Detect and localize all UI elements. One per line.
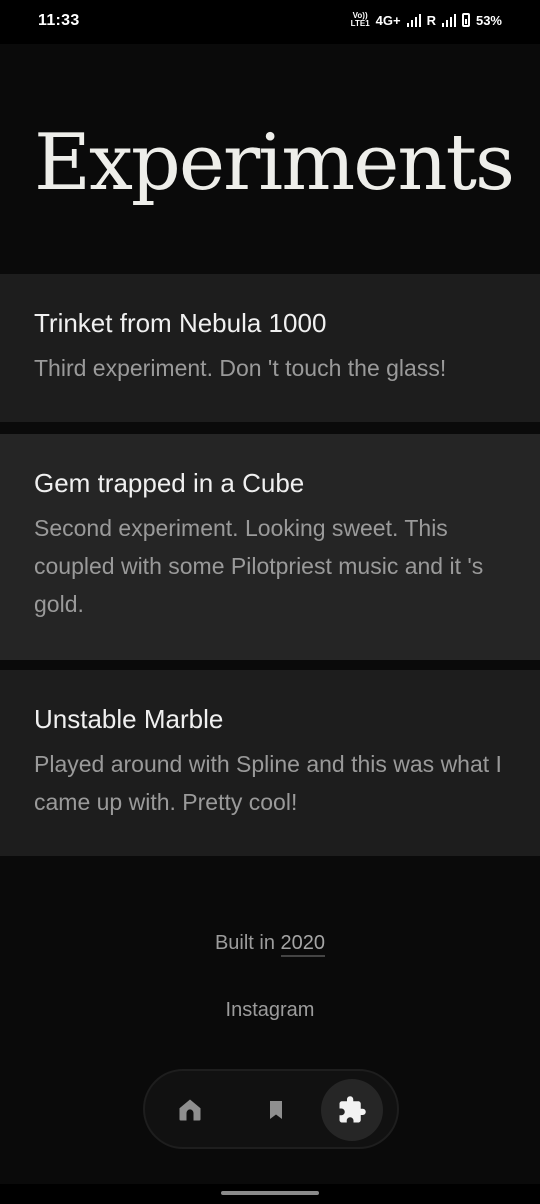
year-link[interactable]: 2020 (280, 932, 326, 957)
battery-level: 53% (475, 12, 502, 28)
bookmark-icon (270, 1101, 282, 1119)
experiment-card[interactable]: Unstable Marble Played around with Splin… (0, 670, 540, 856)
experiment-description: Third experiment. Don 't touch the glass… (34, 355, 447, 382)
bottom-nav (143, 1069, 399, 1149)
puzzle-icon (339, 1096, 366, 1123)
status-icons: Vo)) LTE1 4G+ R 53% (351, 12, 502, 28)
volte-indicator: Vo)) LTE1 (350, 11, 370, 28)
page: Experiments Trinket from Nebula 1000 Thi… (0, 44, 540, 1184)
experiment-title: Gem trapped in a Cube (34, 468, 305, 498)
signal-icon (406, 13, 421, 27)
battery-icon (461, 13, 470, 27)
nav-bookmark-button[interactable] (245, 1079, 307, 1141)
experiment-card[interactable]: Trinket from Nebula 1000 Third experimen… (0, 274, 540, 422)
instagram-link[interactable]: Instagram (0, 999, 540, 1022)
experiment-description: Played around with Spline and this was w… (34, 751, 502, 816)
nav-home-button[interactable] (159, 1079, 221, 1141)
status-time: 11:33 (38, 12, 80, 29)
experiment-description: Second experiment. Looking sweet. This c… (34, 515, 484, 618)
status-bar: 11:33 Vo)) LTE1 4G+ R 53% (0, 0, 540, 44)
built-in-label: Built in (214, 932, 275, 954)
experiment-title: Unstable Marble (34, 704, 224, 734)
roaming-indicator: R (426, 12, 436, 28)
signal-icon-2 (441, 13, 456, 27)
gesture-bar[interactable] (221, 1191, 319, 1195)
home-icon (179, 1099, 201, 1121)
network-type: 4G+ (375, 12, 401, 28)
experiment-card[interactable]: Gem trapped in a Cube Second experiment.… (0, 434, 540, 660)
built-in-text: Built in 2020 (0, 932, 540, 957)
experiment-title: Trinket from Nebula 1000 (34, 308, 327, 338)
page-title: Experiments (34, 118, 515, 208)
nav-experiments-button[interactable] (321, 1079, 383, 1141)
